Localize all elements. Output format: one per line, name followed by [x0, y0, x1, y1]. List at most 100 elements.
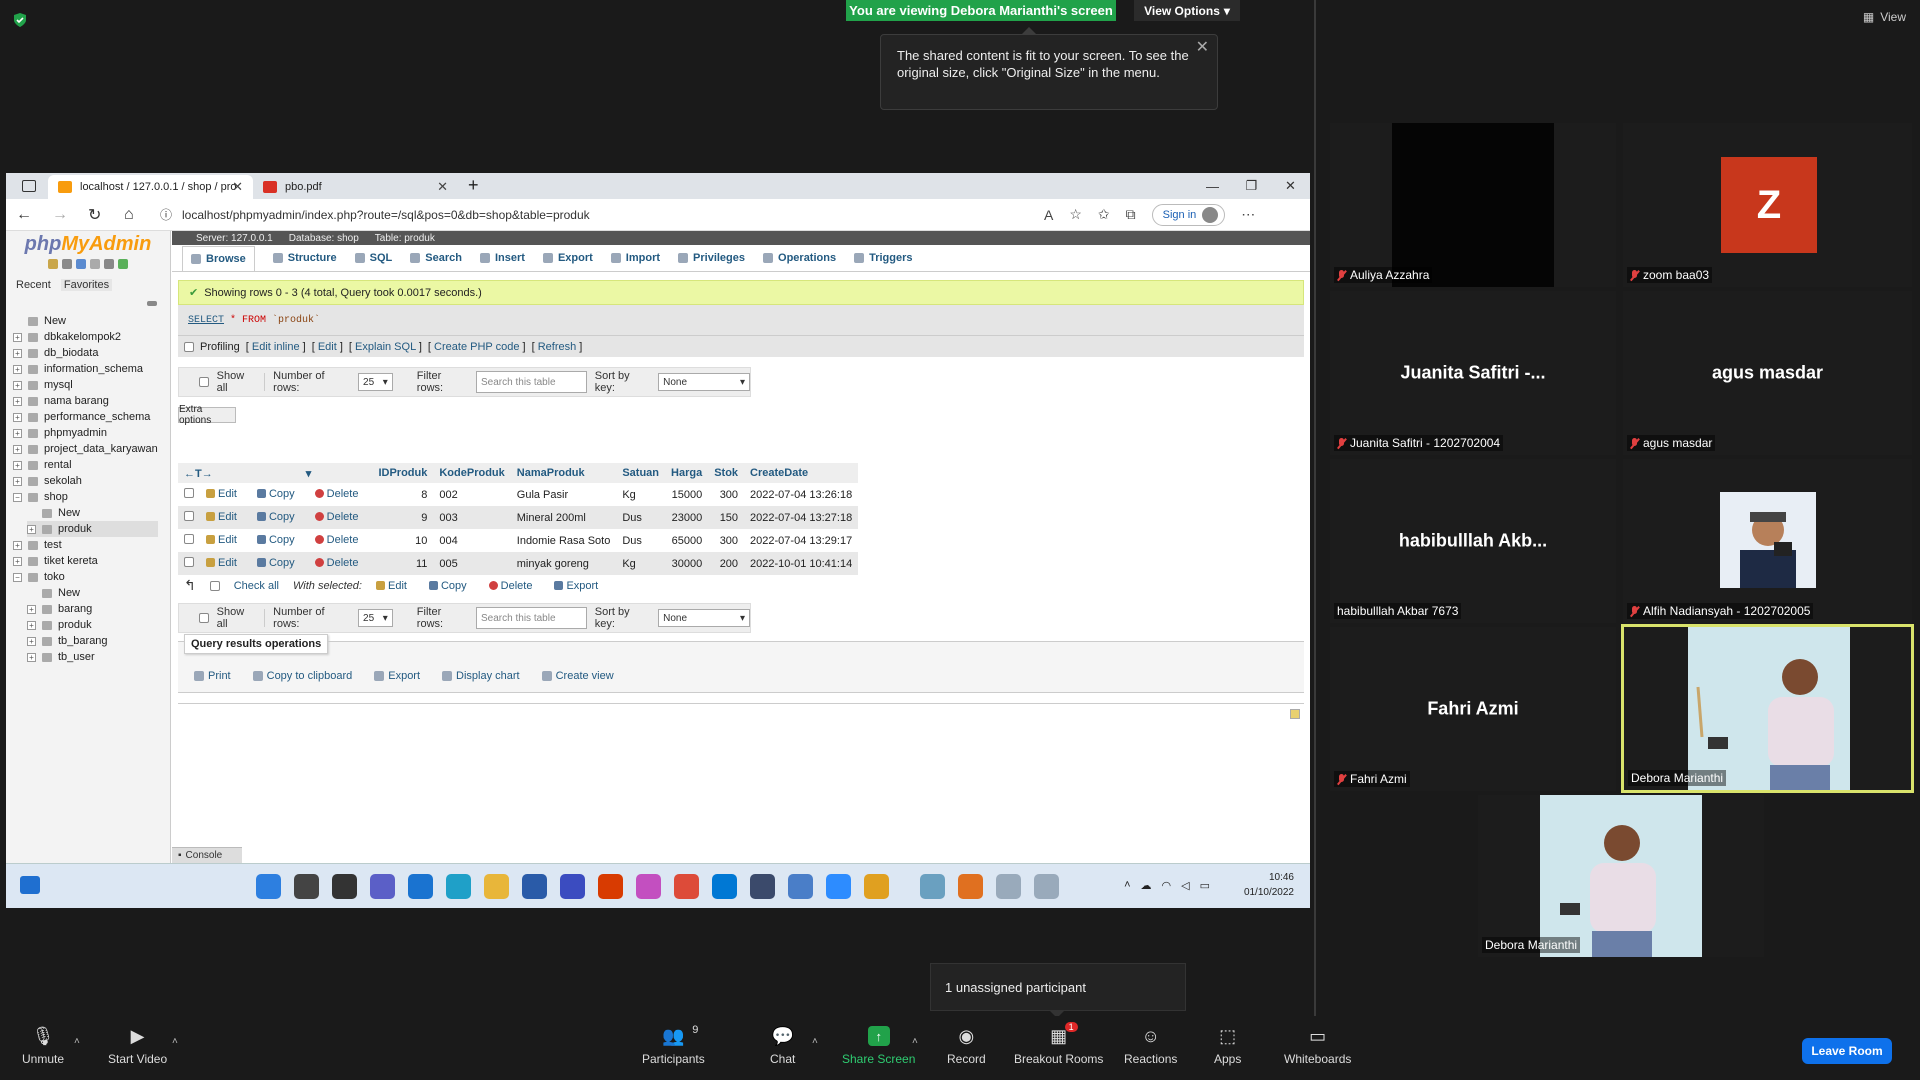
tab-search[interactable]: Search	[410, 252, 462, 264]
column-header[interactable]: NamaProduk	[510, 463, 617, 483]
logout-icon[interactable]	[62, 259, 72, 269]
phpmyadmin-logo[interactable]: phpMyAdmin	[6, 233, 170, 256]
table-cell[interactable]: 2022-07-04 13:26:18	[744, 483, 859, 506]
bulk-copy-button[interactable]: Copy	[428, 580, 467, 592]
column-header[interactable]: Harga	[665, 463, 709, 483]
bulk-delete-button[interactable]: Delete	[488, 580, 532, 592]
tree-item[interactable]: + tb_barang	[27, 633, 158, 649]
more-menu-icon[interactable]: ⋯	[1241, 206, 1255, 223]
expand-icon[interactable]: +	[13, 348, 22, 358]
breadcrumb-table[interactable]: Table: produk	[375, 233, 435, 244]
row-copy-button[interactable]: Copy	[256, 534, 295, 546]
expand-icon[interactable]: +	[13, 444, 22, 454]
chat-button[interactable]: 💬 Chat	[770, 1026, 795, 1067]
expand-icon[interactable]: +	[13, 364, 22, 374]
row-delete-button[interactable]: Delete	[314, 511, 358, 523]
view-options-button[interactable]: View Options ▾	[1134, 0, 1240, 21]
whiteboard-app-icon[interactable]	[560, 874, 585, 899]
column-header[interactable]: CreateDate	[744, 463, 859, 483]
tree-item[interactable]: − shop	[13, 489, 158, 505]
tree-item[interactable]: − toko	[13, 569, 158, 585]
row-checkbox[interactable]	[184, 534, 194, 544]
self-view-tile[interactable]: Debora Marianthi	[1478, 795, 1764, 957]
xampp-icon[interactable]	[958, 874, 983, 899]
profiling-link[interactable]: Edit inline	[252, 341, 300, 353]
view-layout-button[interactable]: ▦ View	[1863, 10, 1906, 24]
table-cell[interactable]: Dus	[616, 506, 666, 529]
minimize-icon[interactable]: —	[1193, 173, 1232, 199]
table-cell[interactable]: 23000	[665, 506, 709, 529]
new-tab-icon[interactable]: +	[468, 175, 479, 196]
row-checkbox[interactable]	[184, 488, 194, 498]
expand-icon[interactable]: +	[13, 428, 22, 438]
favorites-icon[interactable]: ✩	[1098, 206, 1110, 223]
qro-chart-link[interactable]: Display chart	[442, 670, 520, 682]
table-cell[interactable]: Gula Pasir	[510, 483, 617, 506]
video-options-caret-icon[interactable]: ˄	[172, 1036, 178, 1047]
file-explorer-icon[interactable]	[484, 874, 509, 899]
row-copy-button[interactable]: Copy	[256, 488, 295, 500]
check-all-checkbox[interactable]	[209, 580, 220, 591]
expand-icon[interactable]: +	[13, 476, 22, 486]
expand-icon[interactable]: +	[13, 460, 22, 470]
wifi-icon[interactable]: ◠	[1162, 879, 1172, 892]
profiling-link[interactable]: Edit	[318, 341, 337, 353]
record-button[interactable]: ◉ Record	[947, 1026, 986, 1067]
tree-item[interactable]: + produk	[27, 521, 158, 537]
table-cell[interactable]: 15000	[665, 483, 709, 506]
sql-select[interactable]: SELECT	[188, 315, 224, 326]
expand-icon[interactable]: +	[13, 396, 22, 406]
url-field[interactable]: ⓘ localhost/phpmyadmin/index.php?route=/…	[160, 206, 1000, 223]
tree-item[interactable]: + dbkakelompok2	[13, 329, 158, 345]
whiteboards-button[interactable]: ▭ Whiteboards	[1284, 1026, 1351, 1067]
forward-icon[interactable]: →	[52, 206, 68, 224]
task-view-icon[interactable]	[332, 874, 357, 899]
expand-icon[interactable]: +	[27, 524, 36, 534]
table-cell[interactable]: 300	[708, 483, 745, 506]
participant-tile[interactable]: Juanita Safitri -... Juanita Safitri - 1…	[1330, 291, 1616, 455]
collections-icon[interactable]: ⧉	[1126, 206, 1136, 223]
row-checkbox[interactable]	[184, 557, 194, 567]
active-speaker-tile[interactable]: Debora Marianthi	[1621, 624, 1914, 793]
expand-icon[interactable]: +	[27, 636, 36, 646]
show-all-checkbox[interactable]	[199, 613, 209, 623]
unmute-button[interactable]: 🎙 Unmute	[22, 1026, 64, 1067]
sort-select[interactable]: None ▾	[658, 373, 750, 391]
cloud-icon[interactable]: ☁	[1141, 879, 1152, 892]
qro-export-link[interactable]: Export	[374, 670, 420, 682]
tab-actions-icon[interactable]	[22, 180, 36, 192]
tab-operations[interactable]: Operations	[763, 252, 836, 264]
expand-icon[interactable]: +	[13, 412, 22, 422]
tree-item[interactable]: New	[27, 585, 158, 601]
table-cell[interactable]: Mineral 200ml	[510, 506, 617, 529]
tree-item[interactable]: + information_schema	[13, 361, 158, 377]
home-icon[interactable]	[48, 259, 58, 269]
tree-item[interactable]: + nama barang	[13, 393, 158, 409]
java-icon[interactable]	[996, 874, 1021, 899]
filter-input[interactable]: Search this table	[476, 607, 587, 629]
participant-tile[interactable]: agus masdar agus masdar	[1623, 291, 1912, 455]
apps-button[interactable]: ⬚ Apps	[1214, 1026, 1241, 1067]
teams-chat-icon[interactable]	[370, 874, 395, 899]
table-cell[interactable]: 003	[433, 506, 511, 529]
qro-view-link[interactable]: Create view	[541, 670, 614, 682]
expand-icon[interactable]: +	[27, 620, 36, 630]
table-cell[interactable]: 2022-10-01 10:41:14	[744, 552, 859, 575]
tree-item[interactable]: New	[13, 313, 158, 329]
participant-tile[interactable]: Z zoom baa03	[1623, 123, 1912, 287]
search-icon[interactable]	[294, 874, 319, 899]
table-cell[interactable]: 30000	[665, 552, 709, 575]
expand-icon[interactable]: +	[27, 652, 36, 662]
table-cell[interactable]: minyak goreng	[510, 552, 617, 575]
row-edit-button[interactable]: Edit	[206, 557, 237, 569]
settings-icon[interactable]	[104, 259, 114, 269]
table-cell[interactable]: 002	[433, 483, 511, 506]
java-app-icon[interactable]	[1034, 874, 1059, 899]
collapse-all-icon[interactable]	[147, 301, 157, 306]
row-copy-button[interactable]: Copy	[256, 511, 295, 523]
bulk-edit-button[interactable]: Edit	[375, 580, 407, 592]
row-edit-button[interactable]: Edit	[206, 488, 237, 500]
tree-item[interactable]: + test	[13, 537, 158, 553]
favorites-tab[interactable]: Favorites	[60, 279, 113, 291]
tab-privileges[interactable]: Privileges	[678, 252, 745, 264]
